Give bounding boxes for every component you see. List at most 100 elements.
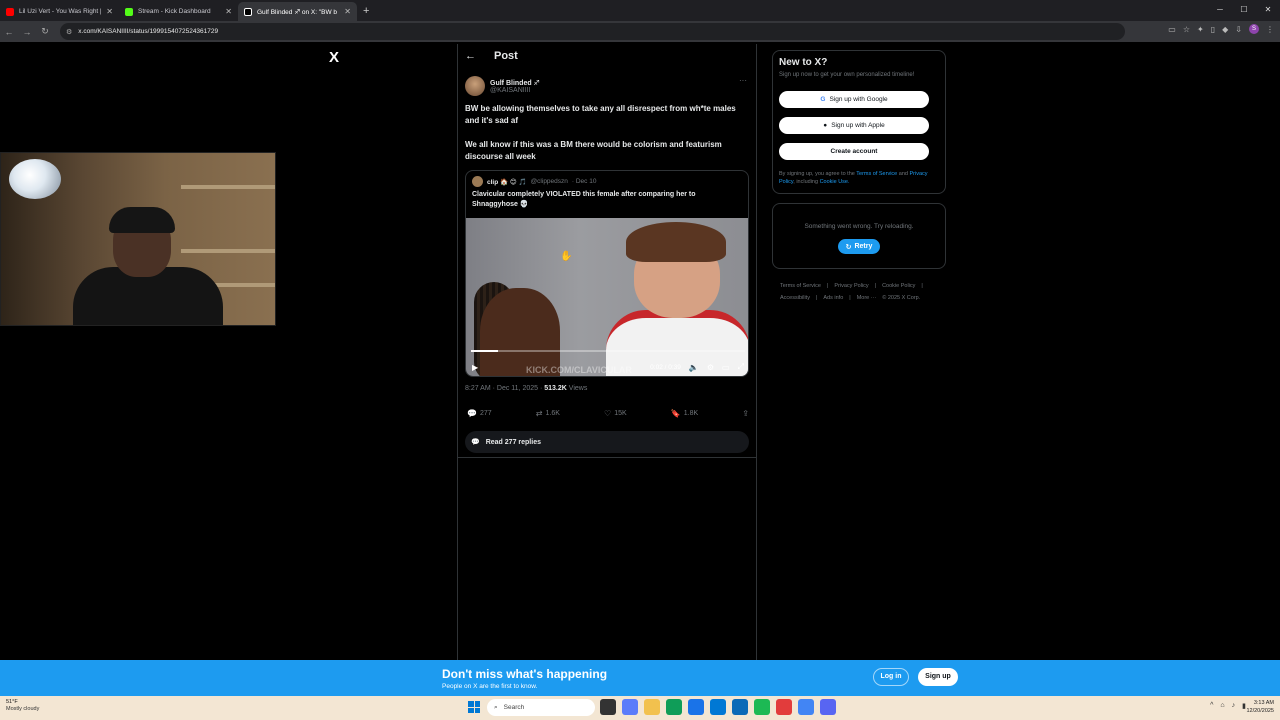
- retry-button[interactable]: ↻ Retry: [837, 239, 881, 254]
- profile-avatar[interactable]: S: [1249, 24, 1259, 34]
- settings-icon[interactable]: ⚙: [707, 363, 714, 372]
- volume-icon[interactable]: ♪: [1232, 702, 1236, 710]
- cookie-link[interactable]: Cookie Use.: [820, 179, 850, 185]
- tab-kick[interactable]: Stream - Kick Dashboard ✕: [119, 2, 238, 21]
- footer-sep: |: [849, 295, 851, 301]
- mouse-cursor-icon: ✋: [560, 251, 573, 262]
- x-icon: [244, 7, 252, 16]
- footer-link[interactable]: Accessibility: [780, 295, 810, 301]
- share-button[interactable]: ⇪: [742, 409, 749, 418]
- tab-x[interactable]: Gulf Blinded ♐ on X: "BW b ✕: [238, 2, 357, 21]
- reply-button[interactable]: 💬 277: [467, 409, 492, 418]
- footer-link[interactable]: Ads info: [823, 295, 843, 301]
- more-options-icon[interactable]: ···: [739, 76, 747, 85]
- network-icon[interactable]: ⌂: [1220, 702, 1224, 710]
- timestamp-text[interactable]: 8:27 AM · Dec 11, 2025 ·: [465, 385, 544, 392]
- minimize-button[interactable]: ─: [1208, 0, 1232, 21]
- shelf: [181, 185, 275, 189]
- google-signup-button[interactable]: G Sign up with Google: [779, 91, 929, 108]
- taskbar-clock[interactable]: 3:13 AM 12/20/2025: [1246, 699, 1274, 715]
- tweet-author[interactable]: Gulf Blinded ♐ @KAISANIIII: [465, 76, 540, 96]
- new-tab-button[interactable]: +: [357, 2, 375, 21]
- fullscreen-icon[interactable]: ⤢: [738, 362, 744, 372]
- copilot-icon[interactable]: [622, 699, 638, 715]
- pip-icon[interactable]: ▭: [722, 363, 730, 372]
- battery-icon[interactable]: ▮: [1242, 702, 1246, 710]
- repost-button[interactable]: ⇄ 1.6K: [536, 409, 560, 418]
- windows-start-icon[interactable]: [468, 701, 480, 713]
- banner-subtitle: People on X are the first to know.: [442, 683, 538, 690]
- create-account-button[interactable]: Create account: [779, 143, 929, 160]
- close-icon[interactable]: ✕: [106, 7, 113, 16]
- extension-icon[interactable]: ◆: [1222, 25, 1228, 34]
- signup-button[interactable]: Sign up: [918, 668, 958, 686]
- signup-title: New to X?: [779, 57, 828, 68]
- play-icon[interactable]: ▶: [472, 363, 478, 372]
- cast-icon[interactable]: ▭: [1168, 25, 1176, 34]
- footer-link[interactable]: Privacy Policy: [834, 283, 868, 289]
- close-icon[interactable]: ✕: [225, 7, 232, 16]
- reload-button[interactable]: ↻: [36, 26, 54, 37]
- app-icon[interactable]: [776, 699, 792, 715]
- like-button[interactable]: ♡ 15K: [604, 409, 627, 418]
- footer-link[interactable]: More ···: [857, 295, 877, 301]
- spotify-icon[interactable]: [754, 699, 770, 715]
- tweet-text: BW be allowing themselves to take any al…: [465, 103, 750, 175]
- back-arrow-icon[interactable]: ←: [465, 50, 476, 62]
- mail-icon[interactable]: [732, 699, 748, 715]
- post-header: ← Post: [465, 50, 518, 62]
- clock-date: 12/20/2025: [1246, 708, 1274, 714]
- quoted-tweet[interactable]: clip 🏠 😊 🎵 @clippedszn · Dec 10 Clavicul…: [465, 170, 749, 377]
- tab-label: Gulf Blinded ♐ on X: "BW b: [257, 8, 338, 16]
- read-replies-label: Read 277 replies: [485, 438, 541, 446]
- youtube-icon: [6, 7, 14, 16]
- edge-icon[interactable]: [666, 699, 682, 715]
- avatar[interactable]: [465, 76, 485, 96]
- video-player[interactable]: KICK.COM/CLAVICULAR ▶ 0:02 / 0:39 🔈 ⚙ ▭ …: [466, 218, 748, 376]
- taskbar-search[interactable]: ⌕ Search: [487, 699, 595, 716]
- chrome-icon[interactable]: [688, 699, 704, 715]
- column-divider: [457, 44, 458, 660]
- tweet-paragraph: BW be allowing themselves to take any al…: [465, 104, 736, 125]
- volume-icon[interactable]: 🔈: [689, 363, 699, 372]
- author-display-name[interactable]: Gulf Blinded ♐: [490, 79, 540, 87]
- back-button[interactable]: ←: [0, 27, 18, 37]
- tab-youtube[interactable]: Lil Uzi Vert - You Was Right [Of ✕: [0, 2, 119, 21]
- apple-signup-button[interactable]: ● Sign up with Apple: [779, 117, 929, 134]
- task-view-icon[interactable]: [600, 699, 616, 715]
- refresh-icon: ↻: [845, 243, 852, 251]
- video-progress-bar[interactable]: [471, 350, 745, 352]
- heart-icon: ♡: [604, 409, 612, 418]
- chrome-icon[interactable]: [798, 699, 814, 715]
- author-handle[interactable]: @KAISANIIII: [490, 87, 540, 94]
- close-icon[interactable]: ✕: [344, 7, 351, 16]
- x-logo[interactable]: X: [329, 49, 339, 66]
- read-replies-button[interactable]: 💬 Read 277 replies: [465, 431, 749, 453]
- extensions-icon[interactable]: ✦: [1197, 25, 1204, 34]
- sidebar-icon[interactable]: ▯: [1211, 25, 1215, 34]
- weather-widget[interactable]: 51°F Mostly cloudy: [6, 699, 39, 713]
- download-icon[interactable]: ⇩: [1235, 25, 1242, 34]
- error-card: Something went wrong. Try reloading. ↻ R…: [772, 203, 946, 269]
- apple-signup-label: Sign up with Apple: [831, 122, 885, 129]
- maximize-button[interactable]: ☐: [1232, 0, 1256, 21]
- terms-link[interactable]: Terms of Service: [856, 171, 897, 177]
- signup-card: New to X? Sign up now to get your own pe…: [772, 50, 946, 194]
- bookmark-star-icon[interactable]: ☆: [1183, 25, 1190, 34]
- tab-label: Stream - Kick Dashboard: [138, 8, 211, 15]
- banner-title: Don't miss what's happening: [442, 667, 608, 681]
- file-explorer-icon[interactable]: [644, 699, 660, 715]
- menu-icon[interactable]: ⋮: [1266, 25, 1274, 34]
- site-info-icon[interactable]: ⚙: [66, 28, 72, 36]
- create-account-label: Create account: [830, 148, 878, 155]
- store-icon[interactable]: [710, 699, 726, 715]
- tray-chevron-icon[interactable]: ^: [1210, 702, 1213, 710]
- footer-link[interactable]: Terms of Service: [780, 283, 821, 289]
- close-window-button[interactable]: ✕: [1256, 0, 1280, 21]
- address-bar[interactable]: ⚙ x.com/KAISANIIII/status/19991540725243…: [60, 23, 1125, 40]
- forward-button[interactable]: →: [18, 27, 36, 37]
- footer-link[interactable]: Cookie Policy: [882, 283, 915, 289]
- login-button[interactable]: Log in: [873, 668, 909, 686]
- discord-icon[interactable]: [820, 699, 836, 715]
- bookmark-button[interactable]: 🔖 1.8K: [671, 409, 698, 418]
